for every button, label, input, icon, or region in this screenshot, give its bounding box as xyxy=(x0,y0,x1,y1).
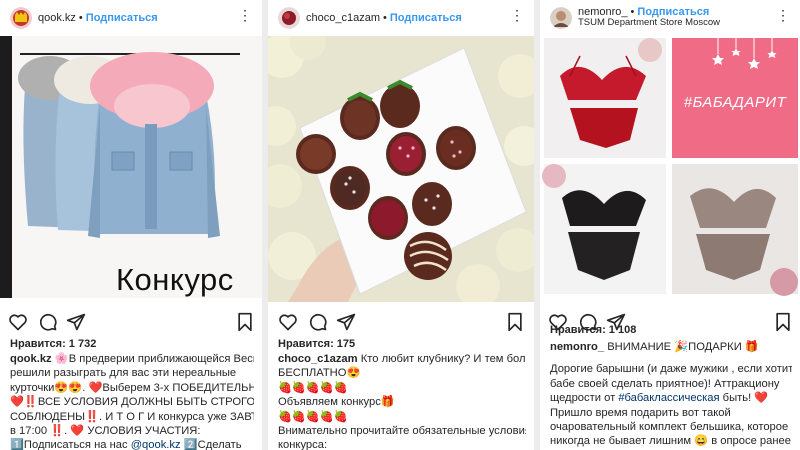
avatar[interactable] xyxy=(10,7,32,29)
username[interactable]: qook.kz xyxy=(38,12,76,24)
bookmark-icon[interactable] xyxy=(774,312,792,332)
separator-dot: • xyxy=(383,12,387,24)
caption-line: конкурса: xyxy=(278,439,328,450)
likes-count[interactable]: Нравится: 1 108 xyxy=(550,324,636,336)
caption-line: бабе своей сделать приятное)! Аттракцион… xyxy=(550,377,780,390)
likes-count[interactable]: Нравится: 1 732 xyxy=(10,338,96,350)
follow-button[interactable]: Подписаться xyxy=(86,12,158,24)
caption-line: 🍓🍓🍓🍓🍓 xyxy=(278,410,348,423)
hashtag-link[interactable]: #бабаклассическая xyxy=(618,392,719,404)
likes-count[interactable]: Нравится: 175 xyxy=(278,338,355,350)
caption-line: 🌸В предверии приближающейся Весны, xyxy=(54,353,254,365)
mention-link[interactable]: @qook.kz xyxy=(131,439,181,450)
post-header: qook.kz • Подписаться ⋮ xyxy=(0,0,262,36)
caption-line: Дорогие барышни (и даже мужики , если хо… xyxy=(550,363,792,376)
post-header: choco_c1azam • Подписаться ⋮ xyxy=(268,0,534,36)
caption-line: Внимательно прочитайте обязательные усло… xyxy=(278,425,526,438)
bookmark-icon[interactable] xyxy=(236,312,254,332)
caption-line: в 17:00 ‼️. ❤️ УСЛОВИЯ УЧАСТИЯ: xyxy=(10,425,201,438)
caption-author[interactable]: choco_c1azam xyxy=(278,353,358,365)
caption-line: ВНИМАНИЕ 🎉ПОДАРКИ 🎁 xyxy=(607,341,759,353)
post-header: nemonro_ • Подписаться TSUM Department S… xyxy=(540,0,800,36)
more-icon[interactable]: ⋮ xyxy=(238,8,252,22)
post-image[interactable] xyxy=(268,36,534,302)
caption: choco_c1azam Кто любит клубнику? И тем б… xyxy=(278,352,526,450)
username[interactable]: choco_c1azam xyxy=(306,12,380,24)
comment-icon[interactable] xyxy=(38,312,58,332)
share-icon[interactable] xyxy=(66,312,86,332)
avatar[interactable] xyxy=(550,7,572,29)
heart-icon[interactable] xyxy=(278,312,298,332)
caption-line: никогда не бывает лишним 😄 в опросе ране… xyxy=(550,435,791,448)
action-bar xyxy=(268,312,534,332)
separator-dot: • xyxy=(78,12,83,24)
caption-line: щедрости от #бабаклассическая быть! ❤️ xyxy=(550,392,769,405)
post-image[interactable]: #БАБАДАРИТ xyxy=(540,36,800,298)
post-card-3: nemonro_ • Подписаться TSUM Department S… xyxy=(540,0,800,450)
caption-line: очаровательный комплект бельшика, которо… xyxy=(550,421,789,434)
caption: qook.kz 🌸В предверии приближающейся Весн… xyxy=(10,352,254,450)
more-icon[interactable]: ⋮ xyxy=(776,8,790,22)
share-icon[interactable] xyxy=(336,312,356,332)
caption-line: решили разыграть для вас эти нереальные xyxy=(10,367,237,380)
heart-icon[interactable] xyxy=(8,312,28,332)
post-card-1: qook.kz • Подписаться ⋮ Конкурс Нравится… xyxy=(0,0,262,450)
image-overlay-text: Конкурс xyxy=(116,262,234,297)
post-image[interactable]: Конкурс xyxy=(0,36,262,298)
caption-line: 1️⃣Подписаться на нас @qook.kz 2️⃣Сделат… xyxy=(10,439,242,450)
bookmark-icon[interactable] xyxy=(506,312,524,332)
comment-icon[interactable] xyxy=(308,312,328,332)
post-card-2: choco_c1azam • Подписаться ⋮ Нравится: 1… xyxy=(268,0,534,450)
caption-line: БЕСПЛАТНО😍 xyxy=(278,367,361,380)
caption-line: ❤️‼️ВСЕ УСЛОВИЯ ДОЛЖНЫ БЫТЬ СТРОГО xyxy=(10,396,254,409)
caption-line: 🍓🍓🍓🍓🍓 xyxy=(278,381,348,394)
location-label[interactable]: TSUM Department Store Moscow xyxy=(578,17,720,28)
avatar[interactable] xyxy=(278,7,300,29)
caption: nemonro_ ВНИМАНИЕ 🎉ПОДАРКИ 🎁 Дорогие бар… xyxy=(550,340,792,449)
more-icon[interactable]: ⋮ xyxy=(510,8,524,22)
follow-button[interactable]: Подписаться xyxy=(390,12,462,24)
caption-author[interactable]: nemonro_ xyxy=(550,341,604,353)
caption-line: Кто любит клубнику? И тем более xyxy=(360,353,526,365)
caption-line: Объявляем конкурс🎁 xyxy=(278,396,395,409)
action-bar xyxy=(0,312,262,332)
caption-line: СОБЛЮДЕНЫ‼️. И Т О Г И конкурса уже ЗАВТ… xyxy=(10,410,254,423)
caption-line: курточки😍😍. ❤️Выберем 3-х ПОБЕДИТЕЛЬНИЦ xyxy=(10,381,254,394)
instagram-collage: qook.kz • Подписаться ⋮ Конкурс Нравится… xyxy=(0,0,800,450)
caption-line: Пришло время подарить вот такой xyxy=(550,406,731,419)
hashtag-tile-text: #БАБАДАРИТ xyxy=(683,94,787,111)
caption-author[interactable]: qook.kz xyxy=(10,353,52,365)
